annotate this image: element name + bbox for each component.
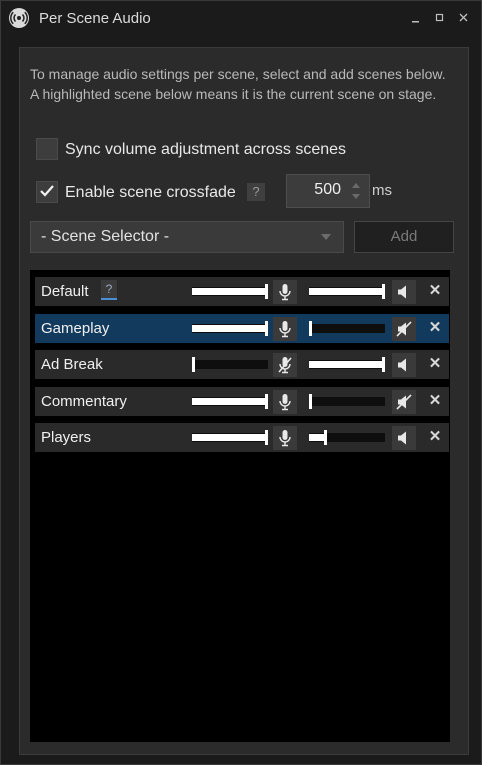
maximize-button[interactable]: [431, 9, 449, 27]
mic-volume-slider-thumb[interactable]: [265, 284, 268, 299]
speaker-volume-slider-thumb[interactable]: [382, 284, 385, 299]
scene-row[interactable]: Default? ✕: [35, 277, 449, 306]
speaker-muted-icon[interactable]: [392, 389, 416, 414]
scene-selector-dropdown[interactable]: - Scene Selector -: [30, 221, 344, 253]
speaker-muted-icon[interactable]: [392, 316, 416, 341]
mic-volume-slider[interactable]: [192, 320, 268, 336]
scene-name: Gameplay: [41, 319, 110, 337]
scene-help-icon[interactable]: ?: [101, 280, 117, 300]
crossfade-duration-value: 500: [314, 181, 341, 198]
speaker-volume-slider[interactable]: [309, 284, 385, 299]
remove-scene-close-icon[interactable]: ✕: [427, 282, 443, 300]
scene-name: Players: [41, 429, 92, 446]
mic-volume-slider[interactable]: [192, 430, 268, 445]
scene-name: Ad Break: [41, 356, 103, 373]
crossfade-help-icon[interactable]: ?: [247, 183, 265, 201]
window-title: Per Scene Audio: [39, 10, 151, 27]
mic-volume-slider[interactable]: [192, 284, 268, 299]
mic-volume-slider-fill: [192, 288, 265, 295]
speaker-volume-slider-fill: [309, 434, 324, 441]
settings-panel: To manage audio settings per scene, sele…: [19, 47, 469, 755]
scene-row[interactable]: Commentary ✕: [35, 386, 449, 416]
scene-list: Default? ✕ Gameplay ✕ Ad Break ✕ Commentary: [30, 270, 450, 742]
speaker-volume-slider[interactable]: [309, 430, 385, 445]
scene-row[interactable]: Gameplay ✕: [35, 313, 449, 343]
close-window-button[interactable]: [455, 9, 473, 27]
checkmark-icon: [40, 185, 54, 197]
remove-scene-close-icon[interactable]: ✕: [427, 428, 443, 446]
speaker-volume-slider[interactable]: [309, 320, 385, 336]
scene-name: Default: [41, 283, 89, 300]
scene-name: Commentary: [41, 392, 127, 410]
speaker-icon[interactable]: [392, 353, 416, 377]
speaker-volume-slider-fill: [309, 361, 382, 368]
microphone-muted-icon[interactable]: [273, 353, 297, 377]
speaker-volume-slider[interactable]: [309, 357, 385, 372]
mic-volume-slider-thumb[interactable]: [265, 320, 268, 336]
mic-volume-slider-thumb[interactable]: [192, 357, 195, 372]
mic-volume-slider[interactable]: [192, 357, 268, 372]
sync-checkbox[interactable]: [36, 138, 58, 160]
speaker-volume-slider-thumb[interactable]: [309, 393, 312, 409]
mic-volume-slider-fill: [192, 397, 265, 405]
speaker-volume-slider-fill: [309, 288, 382, 295]
scene-row[interactable]: Players ✕: [35, 423, 449, 452]
remove-scene-close-icon[interactable]: ✕: [427, 319, 443, 337]
chevron-down-icon: [321, 234, 331, 240]
mic-volume-slider-thumb[interactable]: [265, 393, 268, 409]
speaker-icon[interactable]: [392, 280, 416, 304]
spinner-arrows-icon[interactable]: [351, 180, 361, 202]
microphone-icon[interactable]: [273, 316, 297, 341]
minimize-button[interactable]: [407, 9, 425, 27]
microphone-icon[interactable]: [273, 280, 297, 304]
crossfade-checkbox[interactable]: [36, 181, 58, 203]
broadcast-icon: [9, 8, 29, 28]
microphone-icon[interactable]: [273, 389, 297, 414]
remove-scene-close-icon[interactable]: ✕: [427, 355, 443, 373]
mic-volume-slider-fill: [192, 324, 265, 332]
mic-volume-slider-fill: [192, 434, 265, 441]
speaker-volume-slider-thumb[interactable]: [382, 357, 385, 372]
scene-row[interactable]: Ad Break ✕: [35, 350, 449, 379]
mic-volume-slider-thumb[interactable]: [265, 430, 268, 445]
per-scene-audio-window: Per Scene Audio To manage audio settings…: [0, 0, 482, 765]
microphone-icon[interactable]: [273, 426, 297, 450]
crossfade-duration-input[interactable]: 500: [286, 174, 370, 208]
remove-scene-close-icon[interactable]: ✕: [427, 392, 443, 410]
speaker-volume-slider[interactable]: [309, 393, 385, 409]
description-text: To manage audio settings per scene, sele…: [30, 66, 446, 102]
sync-label: Sync volume adjustment across scenes: [65, 141, 347, 158]
scene-selector-value: - Scene Selector -: [41, 228, 170, 245]
crossfade-label: Enable scene crossfade: [65, 184, 236, 201]
speaker-volume-slider-thumb[interactable]: [309, 320, 312, 336]
speaker-volume-slider-thumb[interactable]: [324, 430, 327, 445]
add-scene-button[interactable]: Add: [354, 221, 454, 253]
mic-volume-slider[interactable]: [192, 393, 268, 409]
speaker-icon[interactable]: [392, 426, 416, 450]
crossfade-unit-label: ms: [372, 182, 392, 199]
title-bar[interactable]: Per Scene Audio: [1, 1, 481, 35]
